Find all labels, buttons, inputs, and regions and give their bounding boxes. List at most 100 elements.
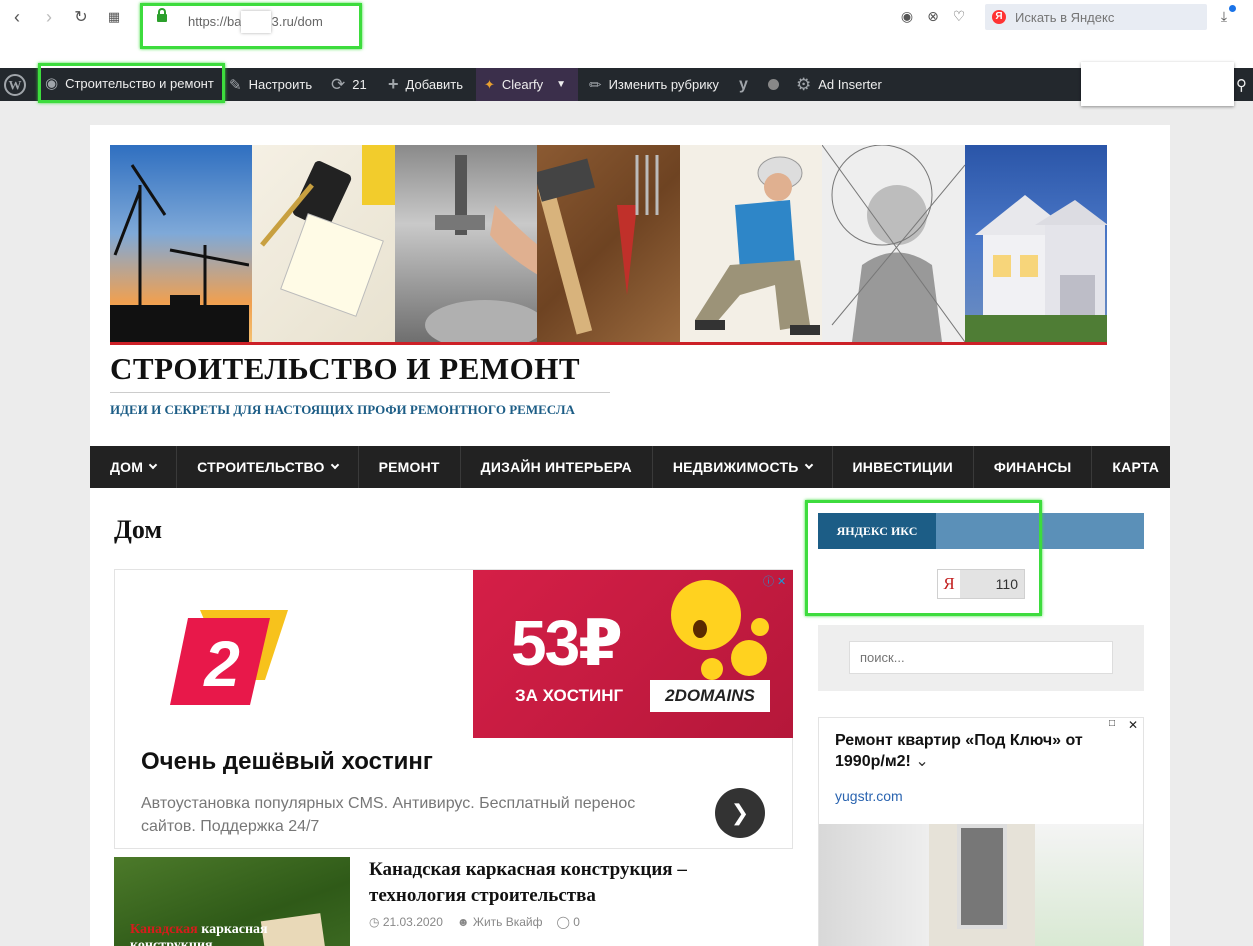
nav-item-5[interactable]: НЕДВИЖИМОСТЬ [653, 446, 833, 488]
adminbar-clearfy[interactable]: ✦ Clearfy ▼ [476, 68, 578, 101]
yoast-icon[interactable]: y [739, 68, 748, 101]
reload-icon[interactable]: ↻ [70, 6, 92, 28]
adminbar-ad-inserter-label: Ad Inserter [818, 77, 882, 92]
nav-item-4[interactable]: ДИЗАЙН ИНТЕРЬЕРА [461, 446, 653, 488]
clock-icon: ◷ [369, 915, 380, 929]
surprised-emoji-icon [671, 580, 741, 650]
plus-icon: + [388, 74, 399, 94]
post-comments[interactable]: ◯ 0 [557, 915, 580, 929]
site-title[interactable]: СТРОИТЕЛЬСТВО И РЕМОНТ [110, 351, 580, 387]
updates-icon: ⟳ [331, 74, 346, 94]
banner-notebook-image [252, 145, 395, 342]
adminbar-customize[interactable]: ✎ Настроить [229, 68, 312, 101]
nav-item-7[interactable]: ФИНАНСЫ [974, 446, 1093, 488]
status-dot-icon[interactable] [768, 68, 779, 101]
redaction-box [1081, 62, 1234, 106]
sidebar-ad-interior-image [819, 824, 1143, 946]
nav-item-label: ИНВЕСТИЦИИ [852, 459, 953, 475]
header-banner[interactable] [110, 145, 1107, 345]
forward-icon[interactable]: › [38, 6, 60, 28]
close-icon[interactable]: ✕ [1123, 718, 1143, 734]
nav-item-label: СТРОИТЕЛЬСТВО [197, 459, 325, 475]
heart-icon[interactable]: ♡ [951, 8, 967, 24]
nav-item-1[interactable]: ДОМ [90, 446, 178, 488]
nav-item-2[interactable]: СТРОИТЕЛЬСТВО [177, 446, 359, 488]
banner-tools-image [537, 145, 680, 342]
tabs-grid-icon[interactable]: ▦ [103, 6, 125, 28]
search-icon[interactable]: ⚲ [1236, 68, 1247, 101]
dashboard-icon: ◉ [45, 75, 59, 92]
adminbar-site-label: Строительство и ремонт [65, 75, 214, 91]
post-comments-value: 0 [573, 915, 580, 929]
adminbar-updates[interactable]: ⟳ 21 [331, 68, 367, 101]
title-divider [110, 392, 610, 393]
sidebar-search-widget [818, 625, 1144, 691]
adminbar-customize-label: Настроить [248, 77, 313, 92]
post-meta: ◷ 21.03.2020 ☻ Жить Вкайф ◯ 0 [369, 915, 580, 929]
adminbar-ad-inserter[interactable]: ⚙ Ad Inserter [796, 68, 882, 101]
nav-item-label: ФИНАНСЫ [993, 459, 1072, 475]
sidebar-ad-title-text: Ремонт квартир «Под Ключ» от 1990р/м2! [835, 732, 1083, 770]
ad-banner-image[interactable]: 53₽ ЗА ХОСТИНГ 2DOMAINS [473, 570, 793, 738]
back-icon[interactable]: ‹ [6, 6, 28, 28]
url-redaction [241, 11, 272, 33]
post-author[interactable]: ☻ Жить Вкайф [457, 915, 543, 929]
ad-headline[interactable]: Очень дешёвый хостинг [141, 748, 433, 776]
sidebar-ad-domain[interactable]: yugstr.com [835, 788, 903, 804]
banner-sketch-portrait-image [822, 145, 965, 342]
address-bar[interactable]: https://ba 3.ru/dom [140, 3, 362, 49]
ad-price: 53₽ [511, 607, 623, 679]
nav-item-label: ДОМ [110, 459, 144, 475]
yandex-search[interactable]: Я [985, 4, 1207, 30]
adminbar-clearfy-label: Clearfy [501, 77, 544, 92]
url-text: https://ba 3.ru/dom [188, 11, 323, 33]
yandex-logo-icon: Я [992, 10, 1006, 24]
block-icon[interactable]: ⊗ [925, 8, 941, 24]
thumb-caption: Канадская каркасная конструкция [130, 922, 350, 946]
post-thumbnail[interactable]: Канадская каркасная конструкция [114, 857, 350, 946]
chevron-down-icon[interactable]: ⌄ [915, 753, 928, 770]
post-title[interactable]: Канадская каркасная конструкция – технол… [369, 857, 729, 909]
nav-item-label: КАРТА [1112, 459, 1160, 475]
small-emoji-icon [731, 640, 767, 676]
url-suffix: 3.ru/dom [271, 14, 323, 29]
banner-cranes-image [110, 145, 253, 342]
post-date: ◷ 21.03.2020 [369, 915, 443, 929]
chevron-down-icon [148, 460, 158, 470]
adminbar-site-name[interactable]: ◉ Строительство и ремонт [38, 63, 225, 103]
chevron-down-icon [804, 460, 813, 470]
nav-item-6[interactable]: ИНВЕСТИЦИИ [833, 446, 974, 488]
sidebar-search-input[interactable] [849, 641, 1113, 674]
sidebar-advertisement[interactable]: □ ✕ Ремонт квартир «Под Ключ» от 1990р/м… [818, 717, 1144, 946]
nav-item-8[interactable]: КАРТА [1092, 446, 1179, 488]
user-icon: ☻ [456, 915, 470, 929]
ad-next-arrow-icon[interactable]: ❯ [715, 788, 765, 838]
nav-item-3[interactable]: РЕМОНТ [359, 446, 461, 488]
yandex-search-input[interactable] [1015, 8, 1195, 26]
chevron-down-icon [330, 460, 339, 470]
site-description: ИДЕИ И СЕКРЕТЫ ДЛЯ НАСТОЯЩИХ ПРОФИ РЕМОН… [110, 402, 575, 417]
sidebar-ad-title[interactable]: Ремонт квартир «Под Ключ» от 1990р/м2! ⌄ [835, 730, 1115, 772]
gear-icon: ⚙ [796, 74, 812, 94]
pencil-icon: ✏ [589, 76, 602, 94]
main-navigation: ДОМ СТРОИТЕЛЬСТВО РЕМОНТ ДИЗАЙН ИНТЕРЬЕРА НЕ… [90, 446, 1170, 488]
caret-down-icon: ▼ [556, 79, 566, 90]
browser-toolbar: ‹ › ↻ ▦ https://ba3.ru/dom ◉ ⊗ ♡ Я ⤓ [0, 0, 1253, 68]
banner-plumbing-image [394, 145, 538, 342]
tiny-emoji-icon [701, 658, 723, 680]
tiny-emoji-icon [751, 618, 769, 636]
post-author-value: Жить Вкайф [472, 915, 543, 929]
ad-info-icon[interactable]: ⓘ ✕ [763, 573, 791, 588]
advertisement-block[interactable]: 2 53₽ ЗА ХОСТИНГ 2DOMAINS ⓘ ✕ Очень дешё… [114, 569, 793, 849]
highlight-frame [805, 500, 1042, 616]
download-badge [1229, 5, 1236, 12]
brush-icon: ✎ [229, 76, 242, 94]
lock-icon [157, 8, 167, 22]
adminbar-add-new[interactable]: + Добавить [388, 68, 463, 101]
ad-description: Автоустановка популярных CMS. Антивирус.… [141, 795, 636, 835]
adminbar-updates-count: 21 [352, 77, 367, 92]
wordpress-logo-icon[interactable]: W [4, 68, 26, 101]
adminbar-edit-category[interactable]: ✏ Изменить рубрику [589, 68, 719, 101]
nav-item-label: РЕМОНТ [378, 459, 440, 475]
camera-icon[interactable]: ◉ [899, 8, 915, 24]
